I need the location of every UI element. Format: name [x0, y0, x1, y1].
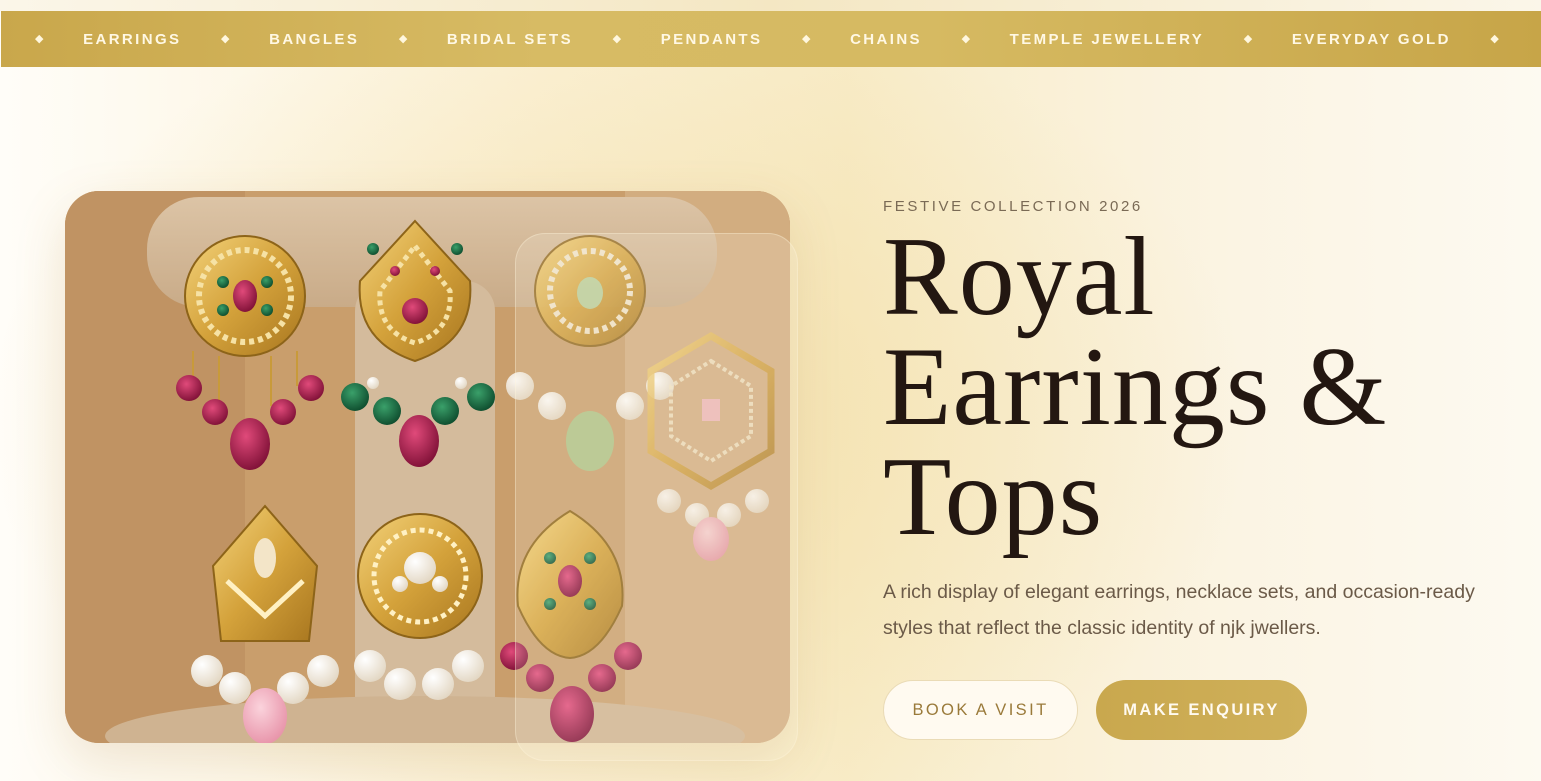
diamond-icon: ◆	[961, 32, 971, 45]
diamond-icon: ◆	[221, 32, 230, 45]
diamond-icon: ◆	[398, 32, 408, 45]
diamond-icon: ◆	[1490, 32, 1499, 45]
nav-item-pendants[interactable]: PENDANTS	[661, 31, 763, 48]
headline-line-2: Earrings &	[883, 325, 1388, 449]
nav-item-bridal-sets[interactable]: BRIDAL SETS	[447, 31, 573, 48]
headline-line-1: Royal	[883, 215, 1156, 339]
category-nav: ◆ EARRINGS ◆ BANGLES ◆ BRIDAL SETS ◆ PEN…	[1, 11, 1541, 67]
nav-item-earrings[interactable]: EARRINGS	[83, 31, 181, 48]
diamond-icon: ◆	[1243, 32, 1253, 45]
book-visit-button[interactable]: BOOK A VISIT	[883, 680, 1078, 740]
diamond-icon: ◆	[612, 32, 622, 45]
collection-eyebrow: FESTIVE COLLECTION 2026	[883, 198, 1143, 215]
nav-item-bangles[interactable]: BANGLES	[269, 31, 359, 48]
diamond-icon: ◆	[802, 32, 811, 45]
nav-item-everyday-gold[interactable]: EVERYDAY GOLD	[1292, 31, 1451, 48]
hero-headline: Royal Earrings & Tops	[883, 215, 1503, 559]
nav-item-temple-jewellery[interactable]: TEMPLE JEWELLERY	[1010, 31, 1205, 48]
glass-overlay-panel	[515, 233, 798, 761]
headline-line-3: Tops	[883, 435, 1104, 559]
diamond-icon: ◆	[35, 32, 44, 45]
nav-item-chains[interactable]: CHAINS	[850, 31, 922, 48]
make-enquiry-button[interactable]: MAKE ENQUIRY	[1096, 680, 1307, 740]
top-strip	[0, 0, 1541, 11]
hero-description: A rich display of elegant earrings, neck…	[883, 581, 1475, 639]
